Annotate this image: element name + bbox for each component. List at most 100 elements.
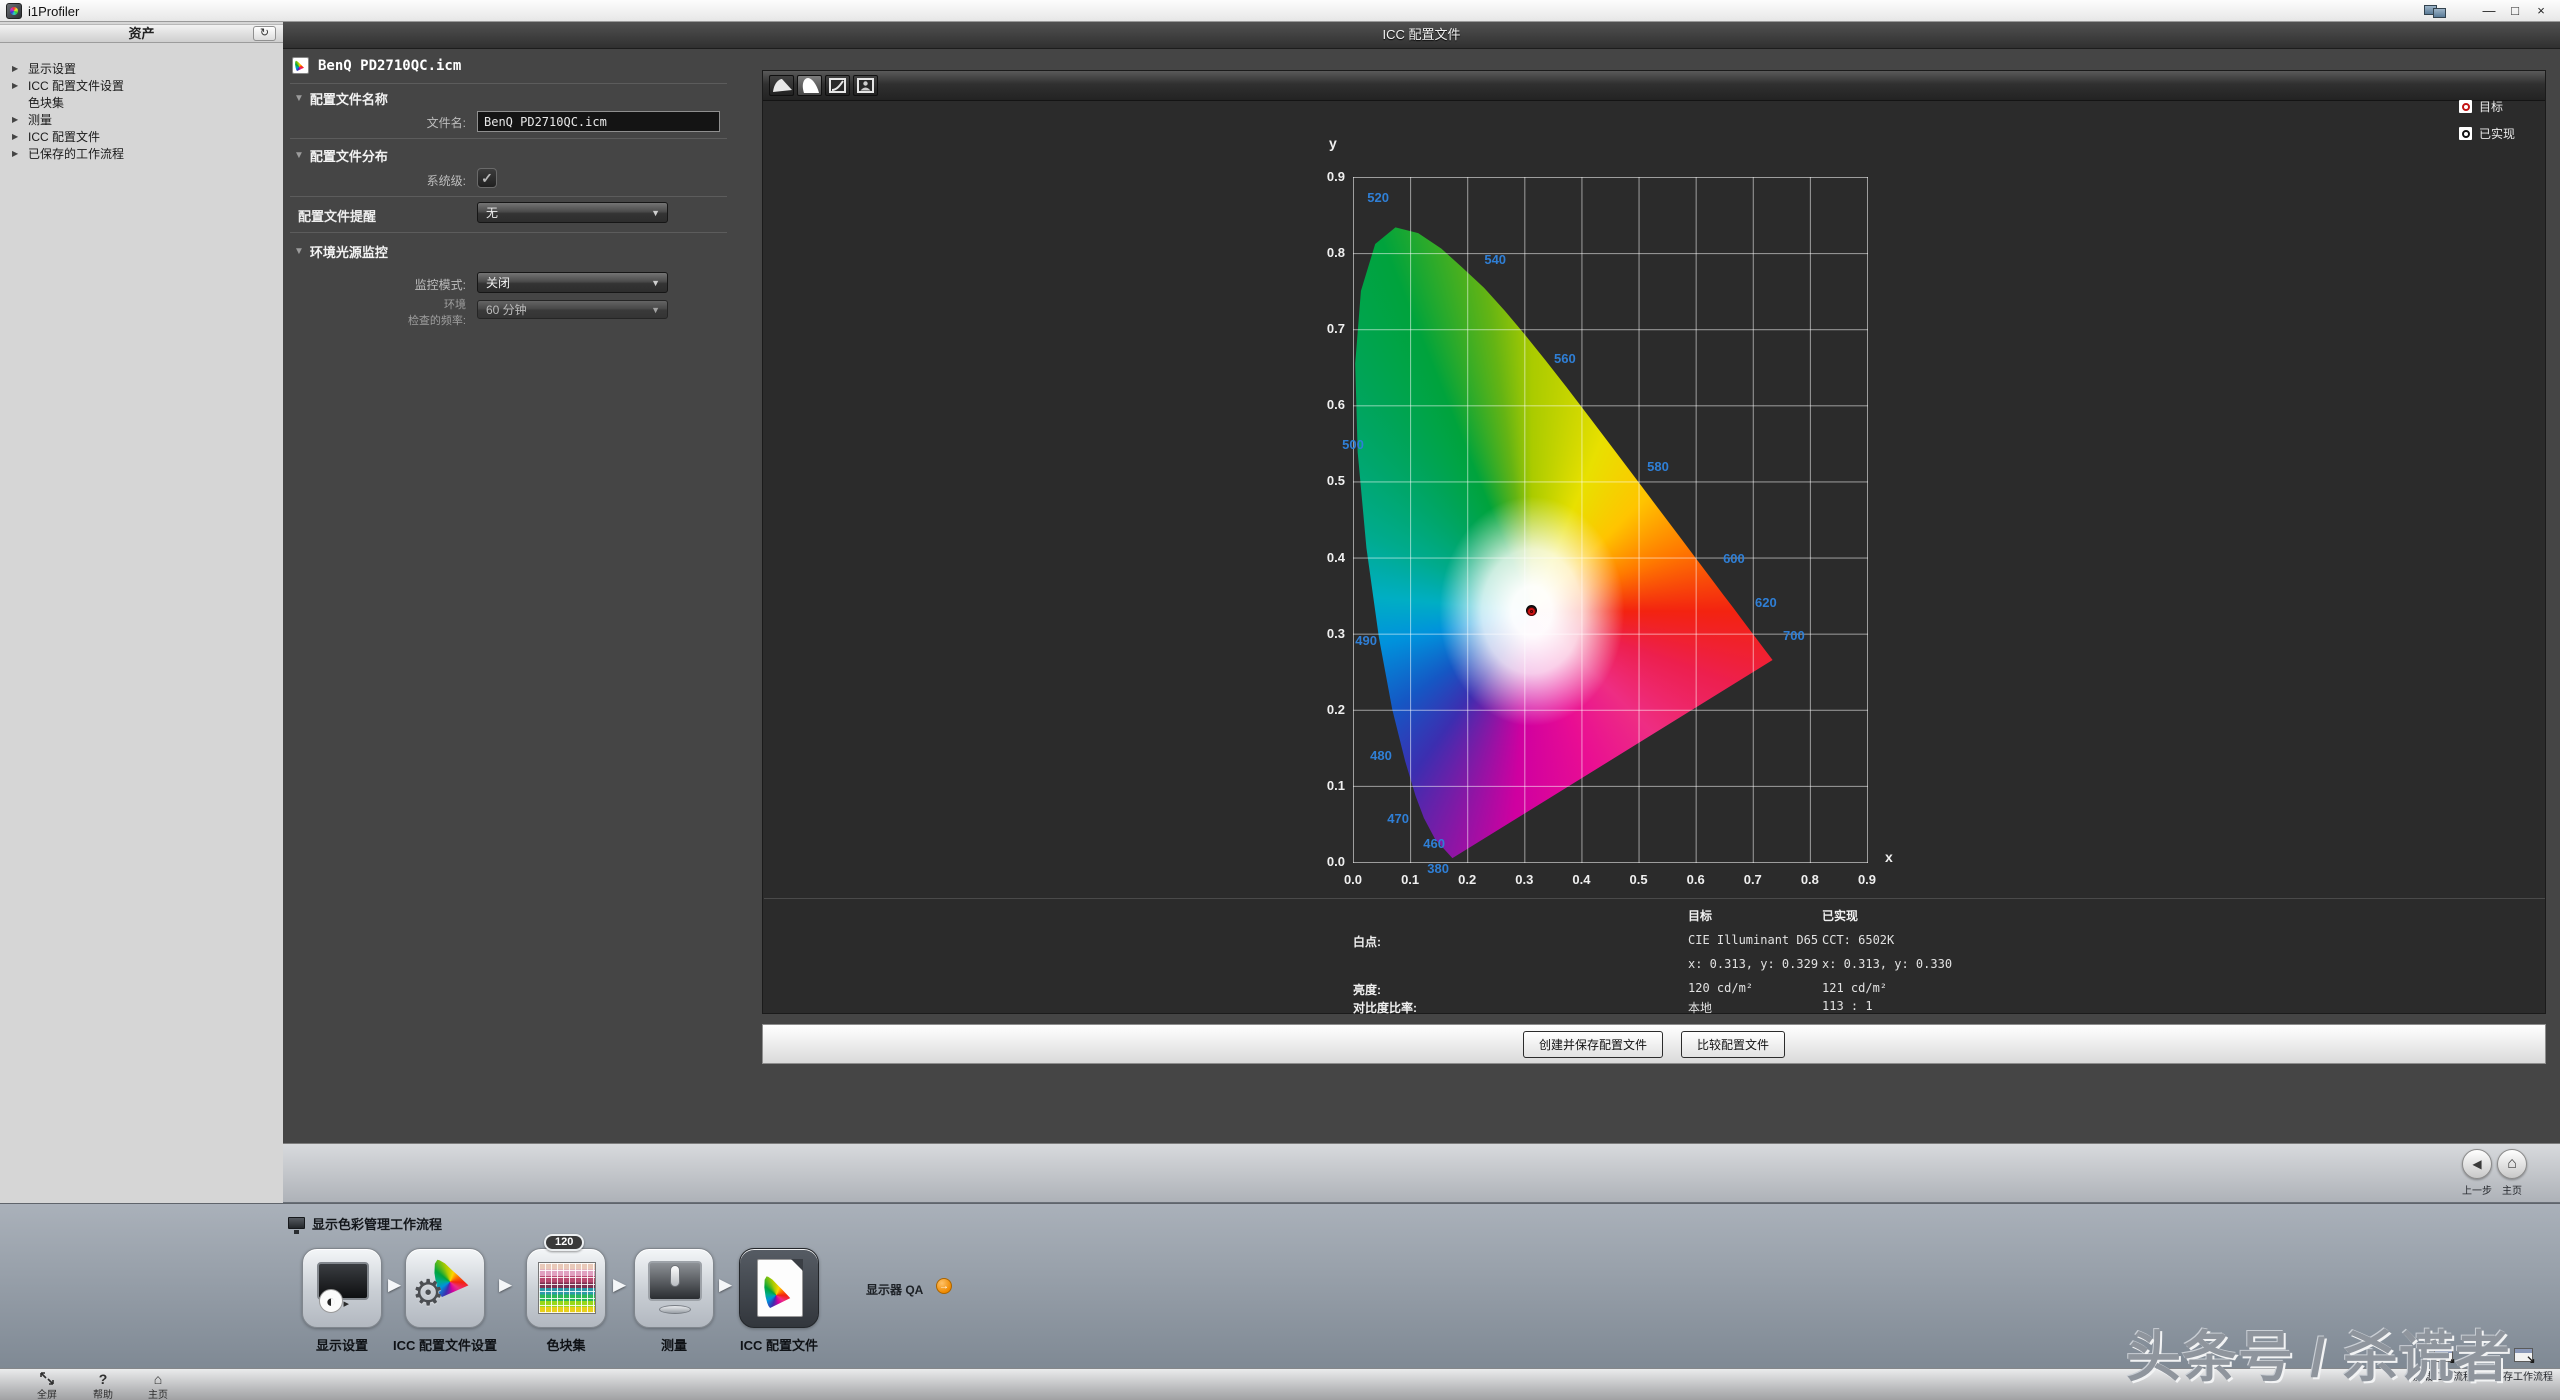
- chart-toolbar: [763, 71, 2545, 101]
- wavelength-label-380: 380: [1418, 861, 1458, 876]
- workflow-step-测量[interactable]: [634, 1248, 714, 1328]
- wavelength-label-470: 470: [1378, 811, 1418, 826]
- legend-row-achieved: 已实现: [2459, 125, 2515, 142]
- workflow-step-ICC 配置文件[interactable]: [739, 1248, 819, 1328]
- achieved-whitepoint: CCT: 6502K: [1822, 933, 1894, 947]
- workflow-step-ICC 配置文件设置[interactable]: ⚙: [405, 1248, 485, 1328]
- target-whitepoint: CIE Illuminant D65: [1688, 933, 1818, 947]
- tree-expand-icon[interactable]: ▶: [12, 81, 28, 90]
- monitor-mode-dropdown[interactable]: 关闭 ▼: [477, 272, 668, 293]
- y-axis-name: y: [1329, 135, 1337, 151]
- y-tick-label: 0.4: [1301, 550, 1345, 565]
- tree-expand-icon[interactable]: ▶: [12, 149, 28, 158]
- section-title: 配置文件名称: [310, 89, 388, 108]
- section-profile-name[interactable]: ▼ 配置文件名称: [294, 89, 388, 108]
- chart-mode-chromaticity-icon[interactable]: [797, 75, 822, 96]
- app-icon: [6, 3, 22, 19]
- wavelength-label-620: 620: [1746, 595, 1786, 610]
- sidebar-item-ICC 配置文件设置[interactable]: ▶ICC 配置文件设置: [0, 77, 283, 94]
- collapse-arrow-icon[interactable]: ▼: [294, 93, 304, 104]
- frequency-label: 环境 检查的频率:: [356, 296, 466, 328]
- brightness-icon: ◐: [319, 1289, 343, 1313]
- compare-profile-button[interactable]: 比较配置文件: [1681, 1031, 1785, 1058]
- section-title: 配置文件分布: [310, 146, 388, 165]
- gamut-thumb-icon: [295, 60, 306, 71]
- luminance-label: 亮度:: [1353, 981, 1381, 998]
- section-profile-distribution[interactable]: ▼ 配置文件分布: [294, 146, 388, 165]
- profile-reminder-dropdown[interactable]: 无 ▼: [477, 202, 668, 223]
- refresh-button[interactable]: ↻: [253, 26, 276, 41]
- x-tick-label: 0.3: [1504, 872, 1544, 887]
- sidebar-items: ▶显示设置▶ICC 配置文件设置色块集▶测量▶ICC 配置文件▶已保存的工作流程: [0, 60, 283, 162]
- home-label: 主页: [2482, 1182, 2542, 1197]
- help-label: 帮助: [75, 1386, 131, 1400]
- home-control[interactable]: ⌂ 主页: [130, 1372, 186, 1400]
- filename-input[interactable]: [477, 111, 720, 132]
- display-tray-icon: [2424, 5, 2448, 19]
- achieved-contrast: 113 : 1: [1822, 999, 1873, 1013]
- chart-mode-gamut3d-icon[interactable]: [769, 75, 794, 96]
- fullscreen-control[interactable]: 全屏: [19, 1372, 75, 1400]
- achieved-marker-icon: [2459, 127, 2472, 140]
- gear-icon: ⚙: [412, 1275, 444, 1311]
- dropdown-value: 60 分钟: [486, 301, 527, 318]
- wavelength-label-600: 600: [1714, 551, 1754, 566]
- help-control[interactable]: ? 帮助: [75, 1372, 131, 1400]
- sidebar-item-已保存的工作流程[interactable]: ▶已保存的工作流程: [0, 145, 283, 162]
- y-tick-label: 0.2: [1301, 702, 1345, 717]
- section-ambient-light[interactable]: ▼ 环境光源监控: [294, 242, 388, 261]
- qa-arrow-icon[interactable]: →: [936, 1278, 952, 1294]
- tree-expand-icon[interactable]: ▶: [12, 132, 28, 141]
- chevron-down-icon: ▼: [651, 278, 660, 288]
- collapse-arrow-icon[interactable]: ▼: [294, 150, 304, 161]
- color-patches-icon: [538, 1262, 596, 1314]
- sidebar-item-label: ICC 配置文件: [28, 128, 100, 145]
- crosshair-dot: [2462, 103, 2470, 111]
- y-tick-label: 0.6: [1301, 397, 1345, 412]
- previous-step-button[interactable]: ◀: [2462, 1149, 2492, 1179]
- close-button[interactable]: ×: [2530, 2, 2552, 20]
- minimize-button[interactable]: —: [2478, 2, 2500, 20]
- system-level-checkbox[interactable]: ✓: [477, 168, 497, 188]
- help-icon: ?: [75, 1372, 131, 1386]
- dropdown-value: 关闭: [486, 274, 510, 291]
- action-button-strip: 创建并保存配置文件 比较配置文件: [762, 1024, 2546, 1064]
- y-tick-label: 0.7: [1301, 321, 1345, 336]
- chart-mode-curve-icon[interactable]: [825, 75, 850, 96]
- frequency-dropdown[interactable]: 60 分钟 ▼: [477, 300, 668, 319]
- y-tick-label: 0.3: [1301, 626, 1345, 641]
- home-icon: ⌂: [130, 1372, 186, 1386]
- icc-profile-file-icon: [292, 57, 309, 74]
- x-tick-label: 0.7: [1733, 872, 1773, 887]
- collapse-arrow-icon[interactable]: ▼: [294, 246, 304, 257]
- workflow-arrow-icon: ▶: [719, 1275, 732, 1295]
- home-button[interactable]: ⌂: [2497, 1149, 2527, 1179]
- workflow-arrow-icon: ▶: [613, 1275, 626, 1295]
- workflow-arrow-icon: ▶: [499, 1275, 512, 1295]
- monitor-icon: [288, 1217, 305, 1229]
- workflow-step-显示设置[interactable]: ◐: [302, 1248, 382, 1328]
- achieved-luminance: 121 cd/m²: [1822, 981, 1887, 995]
- sidebar-item-显示设置[interactable]: ▶显示设置: [0, 60, 283, 77]
- workflow-step-色块集[interactable]: [526, 1248, 606, 1328]
- monitor-icon: [2433, 8, 2446, 18]
- achieved-column-header: 已实现: [1822, 907, 1858, 924]
- y-tick-label: 0.5: [1301, 473, 1345, 488]
- crosshair-dot: [2462, 130, 2470, 138]
- create-save-profile-button[interactable]: 创建并保存配置文件: [1523, 1031, 1663, 1058]
- sidebar-item-ICC 配置文件[interactable]: ▶ICC 配置文件: [0, 128, 283, 145]
- x-tick-label: 0.5: [1619, 872, 1659, 887]
- y-tick-label: 0.9: [1301, 169, 1345, 184]
- x-axis-name: x: [1885, 849, 1893, 865]
- maximize-button[interactable]: □: [2504, 2, 2526, 20]
- target-marker-icon: [2459, 100, 2472, 113]
- sidebar-item-色块集[interactable]: 色块集: [0, 94, 283, 111]
- y-tick-label: 0.8: [1301, 245, 1345, 260]
- tree-expand-icon[interactable]: ▶: [12, 64, 28, 73]
- monitor-stand-icon: [659, 1305, 691, 1314]
- chart-mode-image-icon[interactable]: [853, 75, 878, 96]
- gamut-thumb-icon: [764, 1274, 796, 1308]
- wavelength-label-500: 500: [1333, 437, 1373, 452]
- tree-expand-icon[interactable]: ▶: [12, 115, 28, 124]
- sidebar-item-测量[interactable]: ▶测量: [0, 111, 283, 128]
